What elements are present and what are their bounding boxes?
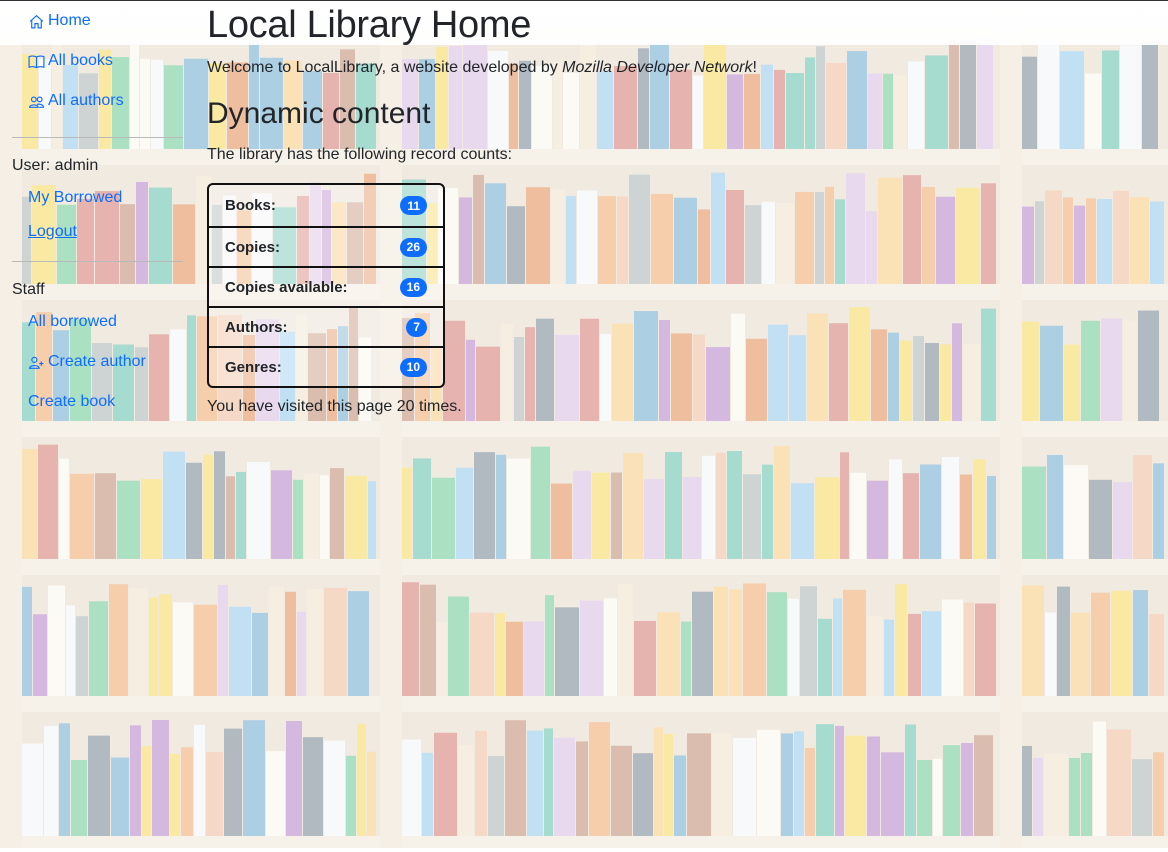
list-item: Copies: 26 bbox=[209, 226, 443, 266]
person-add-icon bbox=[29, 356, 44, 369]
home-icon bbox=[29, 14, 44, 28]
count-badge: 26 bbox=[399, 237, 427, 257]
nav-all-books-link[interactable]: All books bbox=[28, 52, 113, 70]
my-borrowed-label: My Borrowed bbox=[28, 189, 123, 206]
create-author-link[interactable]: Create author bbox=[28, 353, 146, 371]
sidebar-divider bbox=[12, 137, 183, 138]
page-content: Home All books All authors User: admin M… bbox=[0, 0, 1168, 852]
count-label: Genres: bbox=[225, 358, 282, 376]
nav-home-link[interactable]: Home bbox=[28, 12, 91, 30]
welcome-emphasis: Mozilla Developer Network bbox=[562, 59, 753, 76]
user-label: User: admin bbox=[12, 157, 99, 174]
count-label: Books: bbox=[225, 197, 276, 214]
logout-link[interactable]: Logout bbox=[28, 223, 77, 241]
nav-all-authors-link[interactable]: All authors bbox=[28, 92, 124, 110]
page-title: Local Library Home bbox=[207, 4, 532, 46]
create-book-link[interactable]: Create book bbox=[28, 393, 115, 411]
count-label: Authors: bbox=[225, 318, 288, 336]
section-title: Dynamic content bbox=[207, 97, 431, 130]
nav-home-label: Home bbox=[48, 12, 91, 29]
record-counts-list: Books: 11 Copies: 26 Copies available: 1… bbox=[207, 183, 445, 388]
count-label: Copies: bbox=[225, 238, 281, 256]
nav-all-authors-label: All authors bbox=[48, 92, 124, 109]
my-borrowed-link[interactable]: My Borrowed bbox=[28, 189, 122, 207]
all-borrowed-link[interactable]: All borrowed bbox=[28, 313, 117, 331]
list-item: Genres: 10 bbox=[209, 346, 443, 386]
welcome-text: Welcome to LocalLibrary, a website devel… bbox=[207, 59, 757, 77]
create-author-label: Create author bbox=[48, 353, 146, 370]
welcome-suffix: ! bbox=[752, 59, 757, 76]
list-item: Copies available: 16 bbox=[209, 266, 443, 306]
list-item: Authors: 7 bbox=[209, 306, 443, 346]
count-badge: 11 bbox=[400, 196, 427, 215]
all-borrowed-label: All borrowed bbox=[28, 313, 117, 330]
create-book-label: Create book bbox=[28, 393, 116, 410]
count-label: Copies available: bbox=[225, 278, 348, 296]
book-icon bbox=[28, 54, 45, 68]
count-badge: 7 bbox=[406, 317, 427, 337]
logout-label: Logout bbox=[28, 223, 77, 240]
welcome-prefix: Welcome to LocalLibrary, a website devel… bbox=[207, 59, 563, 76]
staff-label: Staff bbox=[12, 281, 45, 298]
nav-all-books-label: All books bbox=[48, 52, 113, 69]
count-badge: 10 bbox=[399, 357, 427, 377]
counts-intro: The library has the following record cou… bbox=[207, 146, 513, 163]
people-icon bbox=[29, 95, 44, 108]
sidebar-divider bbox=[12, 261, 183, 262]
count-badge: 16 bbox=[399, 277, 427, 297]
list-item: Books: 11 bbox=[209, 185, 443, 226]
visit-count-text: You have visited this page 20 times. bbox=[207, 398, 462, 415]
